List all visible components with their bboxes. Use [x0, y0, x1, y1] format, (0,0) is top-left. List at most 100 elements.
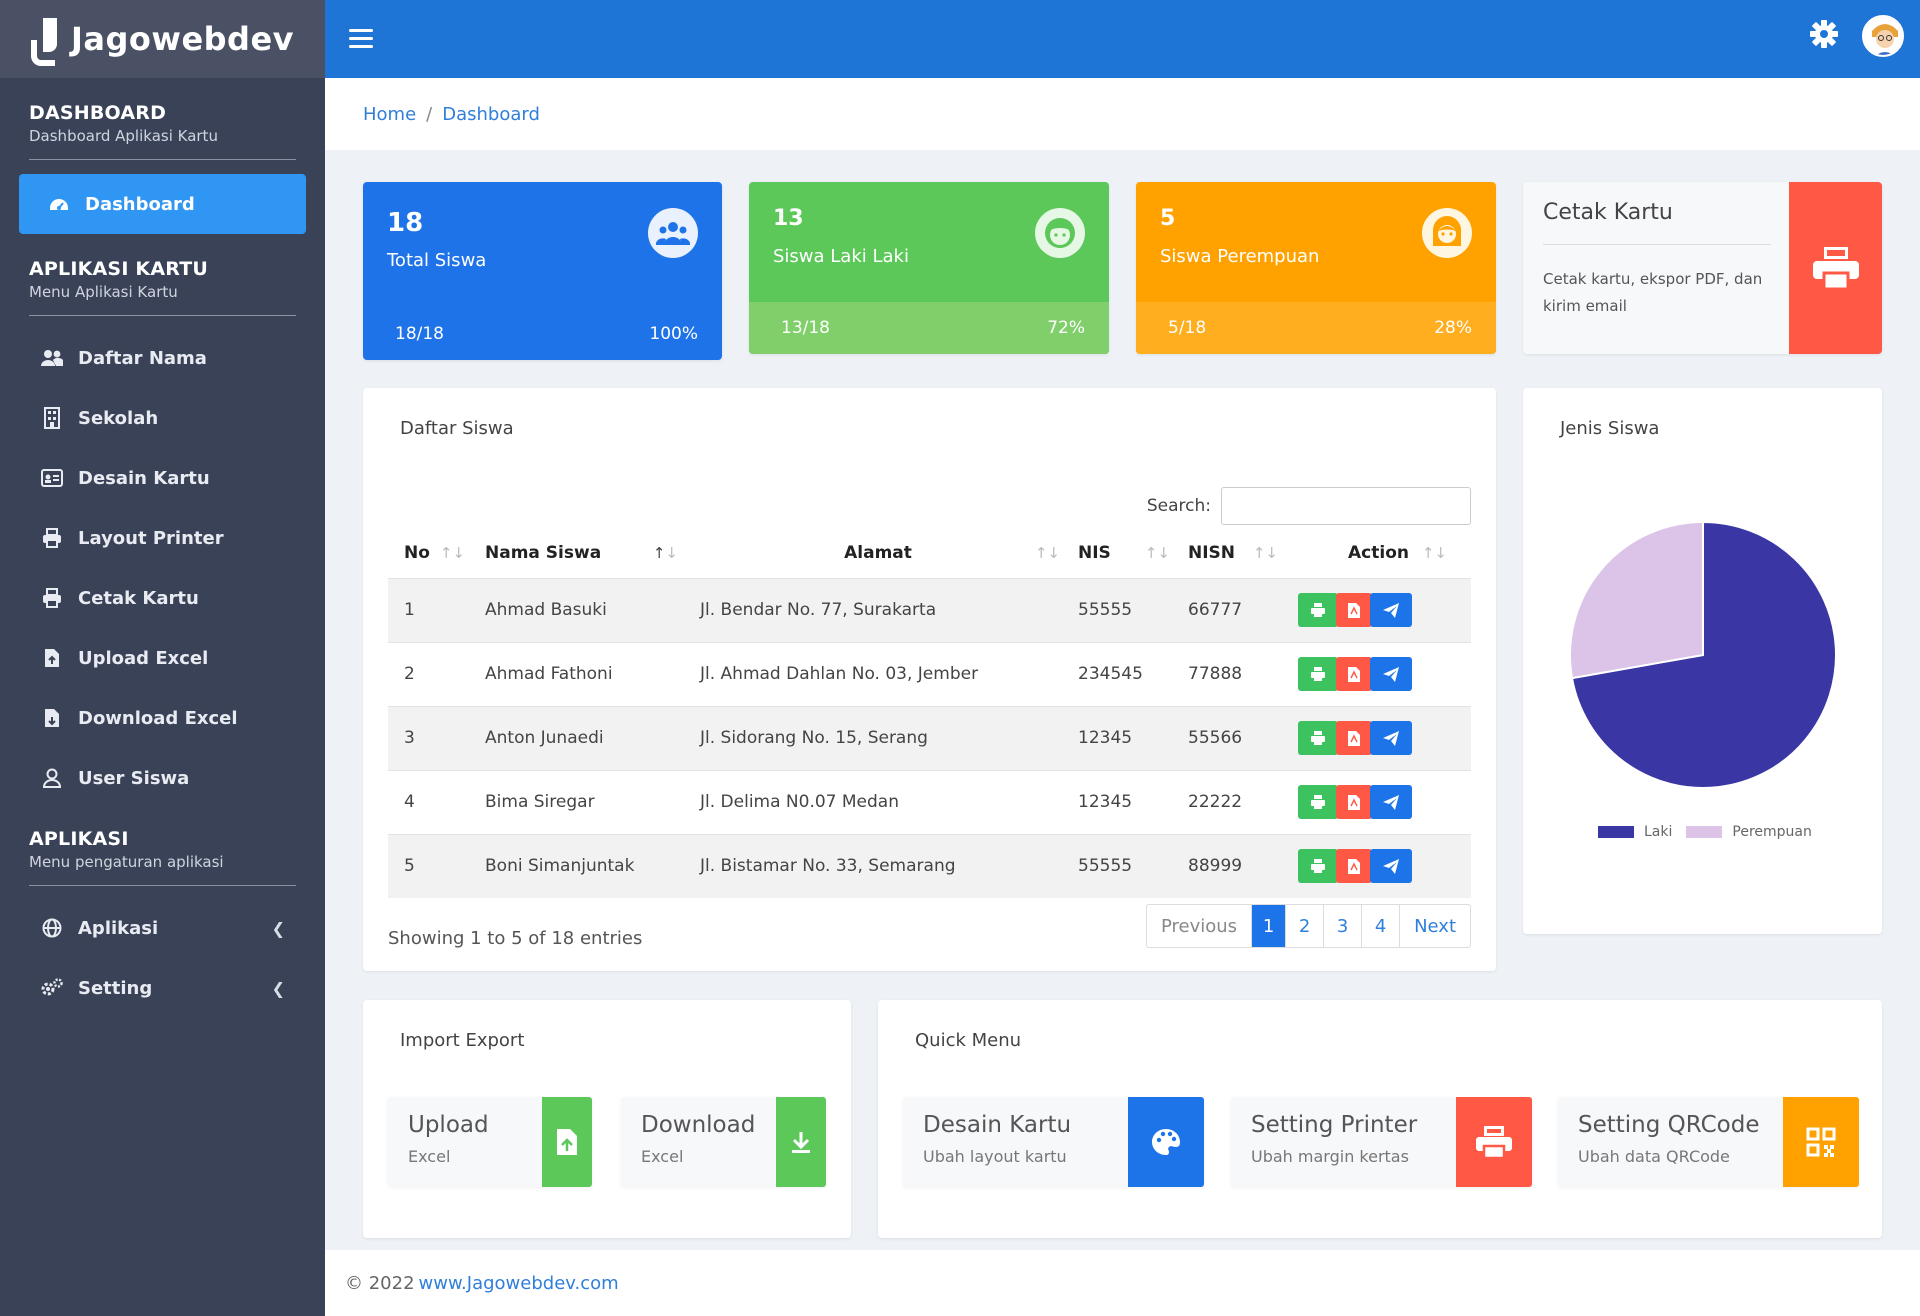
- print-button[interactable]: [1298, 657, 1338, 691]
- setting-qrcode-card[interactable]: Setting QRCode Ubah data QRCode: [1558, 1097, 1859, 1187]
- cetak-kartu-card[interactable]: Cetak Kartu Cetak kartu, ekspor PDF, dan…: [1523, 182, 1882, 354]
- print-button[interactable]: [1298, 593, 1338, 627]
- send-email-button[interactable]: [1370, 849, 1412, 884]
- table-cell: Jl. Bendar No. 77, Surakarta: [688, 577, 1068, 642]
- pdf-button[interactable]: [1336, 721, 1372, 755]
- id-card-icon: [40, 466, 64, 490]
- pagination-page[interactable]: 2: [1285, 905, 1323, 947]
- sidebar-item-label: User Siswa: [78, 767, 190, 789]
- search-input[interactable]: [1221, 487, 1471, 525]
- breadcrumb-home[interactable]: Home: [363, 104, 416, 125]
- card-title: Download: [641, 1112, 756, 1138]
- action-cell: [1286, 833, 1471, 898]
- stat-footer: 5/18 28%: [1136, 302, 1496, 354]
- panel-title: Import Export: [400, 1030, 525, 1051]
- print-button[interactable]: [1298, 849, 1338, 884]
- table-cell: 4: [388, 769, 473, 834]
- card-title: Setting QRCode: [1578, 1112, 1760, 1138]
- legend-label: Perempuan: [1732, 824, 1812, 840]
- pagination-page[interactable]: 1: [1251, 905, 1286, 947]
- sidebar-item-cetak-kartu[interactable]: Cetak Kartu: [0, 568, 325, 628]
- desain-kartu-card[interactable]: Desain Kartu Ubah layout kartu: [903, 1097, 1204, 1187]
- menu-toggle-icon[interactable]: [349, 29, 373, 49]
- card-subtitle: Excel: [408, 1147, 451, 1166]
- brand[interactable]: Jagowebdev: [0, 0, 325, 78]
- breadcrumb: Home / Dashboard: [325, 78, 1920, 150]
- pdf-button[interactable]: [1336, 593, 1372, 627]
- table-cell: Bima Siregar: [473, 769, 688, 834]
- header-label: No: [404, 542, 430, 563]
- sidebar-item-sekolah[interactable]: Sekolah: [0, 388, 325, 448]
- breadcrumb-current[interactable]: Dashboard: [442, 104, 540, 125]
- pagination-next[interactable]: Next: [1399, 905, 1470, 947]
- pdf-icon: [1348, 602, 1360, 618]
- paper-plane-icon: [1383, 730, 1399, 746]
- printer-icon: [40, 526, 64, 550]
- paper-plane-icon: [1383, 666, 1399, 682]
- pdf-button[interactable]: [1336, 849, 1372, 884]
- sort-icon: ↑↓: [1034, 544, 1060, 562]
- printer-icon: [40, 586, 64, 610]
- print-button[interactable]: [1298, 721, 1338, 755]
- footer-link[interactable]: www.Jagowebdev.com: [419, 1273, 619, 1294]
- column-header-alamat[interactable]: Alamat ↑↓: [688, 528, 1068, 578]
- send-email-button[interactable]: [1370, 721, 1412, 755]
- sort-icon: ↑↓: [439, 544, 465, 562]
- column-header-action[interactable]: Action ↑↓: [1286, 528, 1471, 578]
- print-button[interactable]: [1298, 785, 1338, 819]
- user-icon: [40, 766, 64, 790]
- sidebar-item-dashboard[interactable]: Dashboard: [19, 174, 306, 234]
- card-subtitle: Ubah layout kartu: [923, 1147, 1067, 1166]
- column-header-no[interactable]: No ↑↓: [388, 528, 473, 578]
- send-email-button[interactable]: [1370, 657, 1412, 691]
- pagination-previous[interactable]: Previous: [1147, 905, 1251, 947]
- sidebar-item-label: Layout Printer: [78, 527, 224, 549]
- action-cell: [1286, 641, 1471, 706]
- sidebar-item-daftar-nama[interactable]: Daftar Nama: [0, 328, 325, 388]
- stat-footer: 18/18 100%: [363, 308, 722, 360]
- sidebar-item-upload-excel[interactable]: Upload Excel: [0, 628, 325, 688]
- sidebar-item-aplikasi[interactable]: Aplikasi ❮: [0, 898, 325, 958]
- column-header-nis[interactable]: NIS ↑↓: [1068, 528, 1178, 578]
- table-cell: 5: [388, 833, 473, 898]
- sidebar-item-label: Setting: [78, 977, 153, 999]
- pdf-button[interactable]: [1336, 657, 1372, 691]
- sidebar-item-download-excel[interactable]: Download Excel: [0, 688, 325, 748]
- table-row: 2 Ahmad Fathoni Jl. Ahmad Dahlan No. 03, J…: [388, 641, 1471, 706]
- sidebar-item-layout-printer[interactable]: Layout Printer: [0, 508, 325, 568]
- pie-slice-perempuan[interactable]: [1569, 520, 1704, 680]
- chart-legend: Laki Perempuan: [1598, 824, 1812, 840]
- download-excel-card[interactable]: Download Excel: [621, 1097, 826, 1187]
- printer-icon: [1311, 731, 1325, 745]
- sidebar-item-user-siswa[interactable]: User Siswa: [0, 748, 325, 808]
- column-header-nama[interactable]: Nama Siswa ↑↓: [473, 528, 688, 578]
- sidebar-item-setting[interactable]: Setting ❮: [0, 958, 325, 1018]
- table-cell: 234545: [1068, 641, 1178, 706]
- pdf-button[interactable]: [1336, 785, 1372, 819]
- sidebar-item-label: Daftar Nama: [78, 347, 207, 369]
- stat-percent: 72%: [1047, 318, 1085, 338]
- file-download-icon: [40, 706, 64, 730]
- sidebar-item-label: Sekolah: [78, 407, 159, 429]
- table-cell: Jl. Ahmad Dahlan No. 03, Jember: [688, 641, 1068, 706]
- users-icon: [648, 208, 698, 258]
- card-subtitle: Ubah margin kertas: [1251, 1147, 1409, 1166]
- gear-icon[interactable]: [1808, 18, 1840, 50]
- import-export-panel: Import Export Upload Excel Download Exce…: [363, 1000, 851, 1238]
- pagination-page[interactable]: 4: [1361, 905, 1399, 947]
- footer-copyright: © 2022: [345, 1272, 415, 1294]
- send-email-button[interactable]: [1370, 785, 1412, 819]
- printer-icon: [1789, 182, 1882, 354]
- sidebar-item-label: Dashboard: [85, 193, 195, 215]
- stat-footer: 13/18 72%: [749, 302, 1109, 354]
- avatar[interactable]: [1862, 15, 1904, 57]
- section-title: APLIKASI: [29, 828, 129, 850]
- pagination-page[interactable]: 3: [1323, 905, 1361, 947]
- upload-excel-card[interactable]: Upload Excel: [388, 1097, 592, 1187]
- download-icon: [776, 1097, 826, 1187]
- send-email-button[interactable]: [1370, 593, 1412, 627]
- setting-printer-card[interactable]: Setting Printer Ubah margin kertas: [1231, 1097, 1532, 1187]
- paper-plane-icon: [1383, 794, 1399, 810]
- column-header-nisn[interactable]: NISN ↑↓: [1178, 528, 1286, 578]
- sidebar-item-desain-kartu[interactable]: Desain Kartu: [0, 448, 325, 508]
